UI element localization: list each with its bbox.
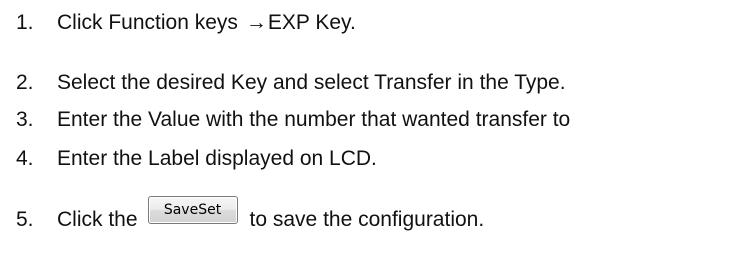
step-number: 4. [16, 147, 34, 170]
step-3: 3. Enter the Value with the number that … [0, 107, 570, 133]
step-1: 1. Click Function keys → EXP Key. [0, 10, 356, 36]
step-text: to save the configuration. [249, 208, 485, 231]
step-5: 5. Click the SaveSet to save the configu… [0, 196, 485, 233]
step-text: EXP Key. [267, 11, 356, 34]
step-text: Click the [57, 208, 138, 231]
step-number: 1. [16, 11, 34, 34]
step-2: 2. Select the desired Key and select Tra… [0, 70, 566, 96]
step-text: Enter the Label displayed on LCD. [57, 147, 377, 170]
step-number: 5. [16, 208, 34, 231]
saveset-button[interactable]: SaveSet [147, 196, 238, 224]
step-number: 3. [16, 108, 34, 131]
step-text: Enter the Value with the number that wan… [57, 108, 571, 131]
right-arrow-icon: → [245, 11, 267, 34]
step-text: Select the desired Key and select Transf… [57, 71, 566, 94]
step-4: 4. Enter the Label displayed on LCD. [0, 146, 377, 172]
step-text: Click Function keys [57, 11, 238, 34]
step-number: 2. [16, 71, 34, 94]
